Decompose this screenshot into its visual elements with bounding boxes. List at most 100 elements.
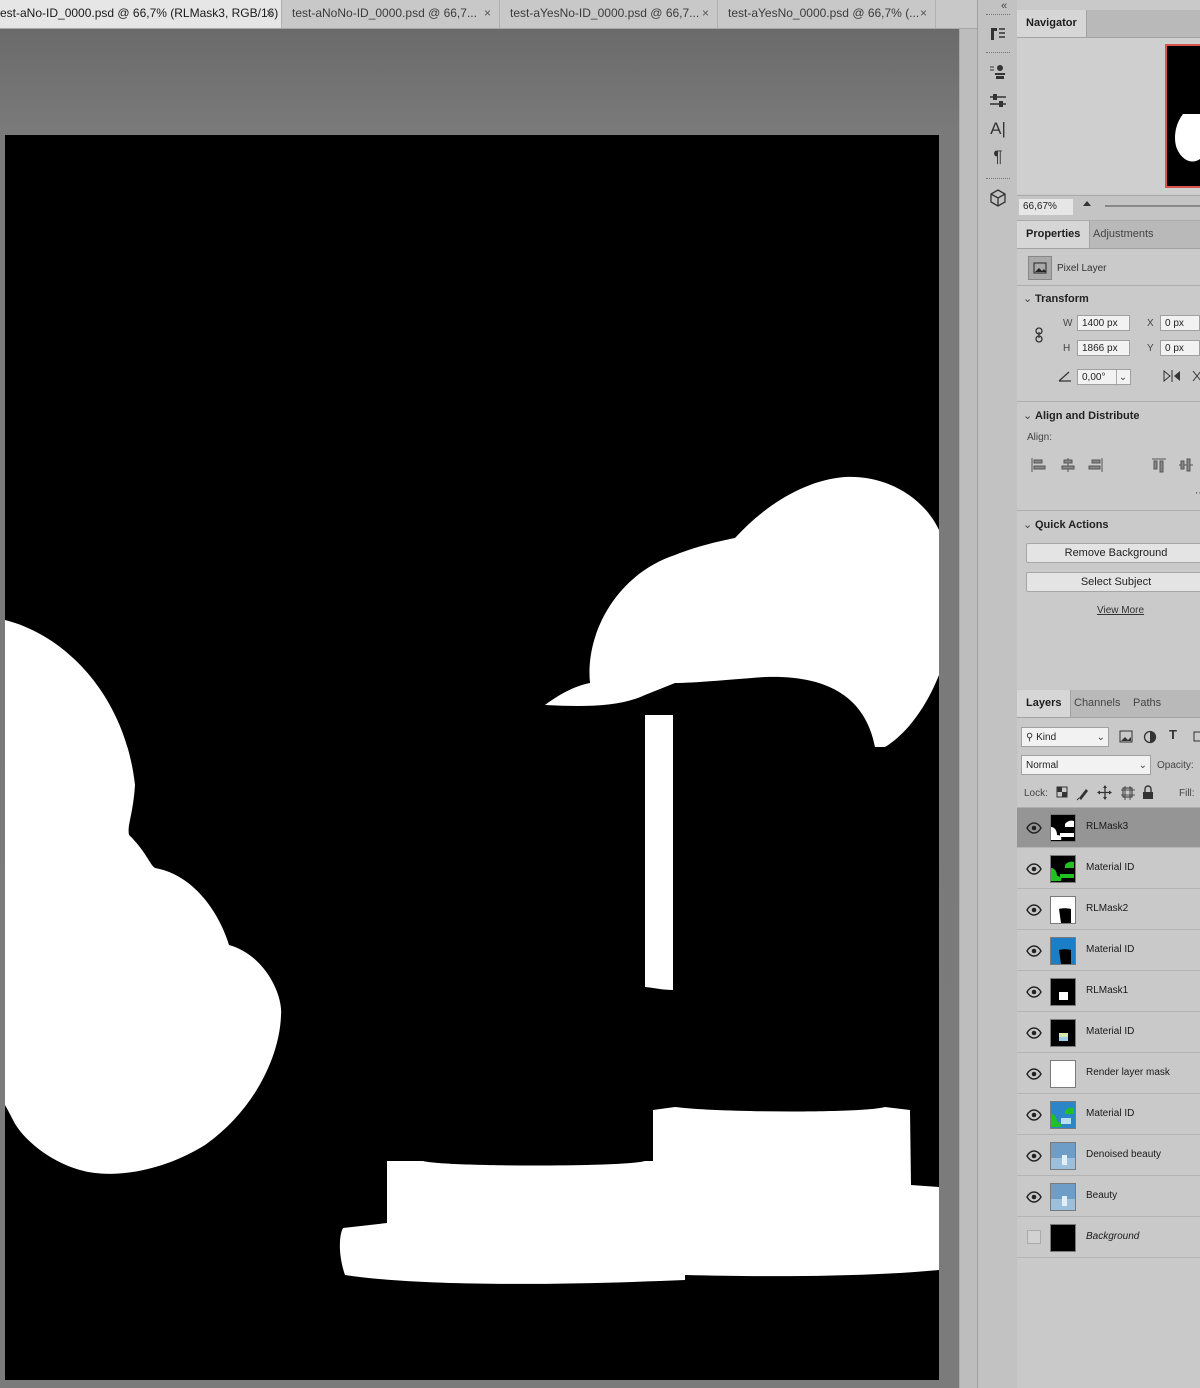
- adjustments-sliders-icon[interactable]: [984, 89, 1012, 113]
- eye-icon[interactable]: [1025, 983, 1043, 1001]
- remove-background-button[interactable]: Remove Background: [1026, 543, 1200, 563]
- layer-name[interactable]: RLMask2: [1086, 903, 1128, 914]
- eye-icon[interactable]: [1025, 1106, 1043, 1124]
- layer-name[interactable]: Material ID: [1086, 1026, 1134, 1037]
- quick-actions-section-header[interactable]: ⌄ Quick Actions: [1023, 518, 1109, 531]
- layer-row[interactable]: Render layer mask: [1017, 1054, 1200, 1094]
- blend-mode-select[interactable]: Normal ⌄: [1021, 755, 1151, 775]
- 3d-cube-icon[interactable]: [984, 186, 1012, 210]
- character-icon[interactable]: A|: [984, 117, 1012, 141]
- tab-navigator[interactable]: Navigator: [1017, 10, 1087, 37]
- document-tab[interactable]: test-aYesNo-ID_0000.psd @ 66,7... ×: [500, 0, 718, 28]
- eye-icon[interactable]: [1025, 901, 1043, 919]
- layer-thumbnail[interactable]: [1050, 1060, 1076, 1088]
- zoom-out-icon[interactable]: [1083, 201, 1091, 206]
- eye-icon[interactable]: [1025, 819, 1043, 837]
- layer-row[interactable]: Material ID: [1017, 1095, 1200, 1135]
- panel-grip[interactable]: [986, 178, 1010, 182]
- layer-row[interactable]: Background: [1017, 1218, 1200, 1258]
- lock-artboard-icon[interactable]: [1121, 786, 1135, 800]
- lock-position-icon[interactable]: [1097, 785, 1112, 800]
- align-section-header[interactable]: ⌄ Align and Distribute: [1023, 409, 1140, 422]
- close-icon[interactable]: ×: [920, 0, 927, 27]
- panel-grip[interactable]: [986, 52, 1010, 56]
- paragraph-icon[interactable]: ¶: [984, 145, 1012, 169]
- layer-name[interactable]: RLMask3: [1086, 821, 1128, 832]
- collapse-panels-icon[interactable]: «: [1001, 0, 1007, 12]
- layer-row[interactable]: Denoised beauty: [1017, 1136, 1200, 1176]
- layer-name[interactable]: Material ID: [1086, 862, 1134, 873]
- document-tab[interactable]: test-aNoNo-ID_0000.psd @ 66,7... ×: [282, 0, 500, 28]
- history-icon[interactable]: [984, 22, 1012, 46]
- close-icon[interactable]: ×: [484, 0, 491, 27]
- eye-icon[interactable]: [1025, 860, 1043, 878]
- layer-row[interactable]: Material ID: [1017, 849, 1200, 889]
- tab-paths[interactable]: Paths: [1124, 690, 1170, 717]
- tab-layers[interactable]: Layers: [1017, 690, 1072, 717]
- eye-icon[interactable]: [1025, 1147, 1043, 1165]
- align-top-icon[interactable]: [1152, 458, 1166, 473]
- filter-kind-select[interactable]: ⚲ Kind ⌄: [1021, 727, 1109, 747]
- lock-image-pixels-icon[interactable]: [1076, 789, 1088, 801]
- filter-type-icon[interactable]: T: [1169, 727, 1177, 742]
- width-field[interactable]: 1400 px: [1077, 315, 1130, 331]
- layer-thumbnail[interactable]: [1050, 1224, 1076, 1252]
- layer-thumbnail[interactable]: [1050, 814, 1076, 842]
- align-left-icon[interactable]: [1031, 458, 1046, 472]
- clone-source-icon[interactable]: [984, 60, 1012, 84]
- view-more-link[interactable]: View More: [1097, 605, 1144, 616]
- layer-thumbnail[interactable]: [1050, 855, 1076, 883]
- filter-adjustment-icon[interactable]: [1143, 730, 1157, 744]
- layer-thumbnail[interactable]: [1050, 896, 1076, 924]
- panel-grip[interactable]: [986, 14, 1010, 18]
- close-icon[interactable]: ×: [266, 0, 273, 27]
- layer-thumbnail[interactable]: [1050, 937, 1076, 965]
- navigator-thumbnail[interactable]: [1165, 44, 1200, 188]
- layer-name[interactable]: Beauty: [1086, 1190, 1117, 1201]
- zoom-slider[interactable]: [1105, 205, 1200, 207]
- transform-section-header[interactable]: ⌄ Transform: [1023, 292, 1089, 305]
- tab-properties[interactable]: Properties: [1017, 221, 1091, 248]
- y-field[interactable]: 0 px: [1160, 340, 1200, 356]
- layer-row[interactable]: Material ID: [1017, 1013, 1200, 1053]
- layer-name[interactable]: RLMask1: [1086, 985, 1128, 996]
- layer-thumbnail[interactable]: [1050, 978, 1076, 1006]
- vertical-scrollbar[interactable]: [959, 29, 978, 1388]
- zoom-field[interactable]: 66,67%: [1019, 199, 1073, 215]
- align-horizontal-center-icon[interactable]: [1061, 458, 1075, 472]
- layer-name[interactable]: Material ID: [1086, 944, 1134, 955]
- visibility-toggle[interactable]: [1027, 1230, 1041, 1244]
- layer-name[interactable]: Denoised beauty: [1086, 1149, 1161, 1160]
- tab-adjustments[interactable]: Adjustments: [1084, 221, 1163, 248]
- layer-row[interactable]: RLMask3: [1017, 808, 1200, 848]
- x-field[interactable]: 0 px: [1160, 315, 1200, 331]
- close-icon[interactable]: ×: [702, 0, 709, 27]
- eye-icon[interactable]: [1025, 1024, 1043, 1042]
- layer-thumbnail[interactable]: [1050, 1142, 1076, 1170]
- lock-transparent-icon[interactable]: [1056, 786, 1068, 798]
- eye-icon[interactable]: [1025, 1188, 1043, 1206]
- layer-name[interactable]: Background: [1086, 1231, 1139, 1242]
- layer-name[interactable]: Material ID: [1086, 1108, 1134, 1119]
- align-vertical-center-icon[interactable]: [1179, 458, 1193, 472]
- layer-row[interactable]: RLMask2: [1017, 890, 1200, 930]
- layer-row[interactable]: Material ID: [1017, 931, 1200, 971]
- document-canvas[interactable]: [5, 135, 939, 1380]
- flip-vertical-icon[interactable]: [1192, 370, 1200, 385]
- layer-thumbnail[interactable]: [1050, 1183, 1076, 1211]
- layer-row[interactable]: Beauty: [1017, 1177, 1200, 1217]
- layer-row[interactable]: RLMask1: [1017, 972, 1200, 1012]
- document-tab-active[interactable]: est-aNo-ID_0000.psd @ 66,7% (RLMask3, RG…: [0, 0, 282, 28]
- flip-horizontal-icon[interactable]: [1163, 369, 1181, 385]
- lock-all-icon[interactable]: [1143, 785, 1153, 799]
- chevron-down-icon[interactable]: ⌄: [1116, 370, 1129, 386]
- filter-shape-icon[interactable]: [1193, 731, 1200, 742]
- more-options-icon[interactable]: ⋯: [1195, 488, 1200, 499]
- filter-pixel-icon[interactable]: [1119, 730, 1133, 743]
- angle-field[interactable]: 0,00° ⌄: [1077, 369, 1131, 386]
- layer-thumbnail[interactable]: [1050, 1019, 1076, 1047]
- select-subject-button[interactable]: Select Subject: [1026, 572, 1200, 592]
- align-right-icon[interactable]: [1088, 458, 1103, 472]
- height-field[interactable]: 1866 px: [1077, 340, 1130, 356]
- link-dimensions-icon[interactable]: [1033, 327, 1045, 346]
